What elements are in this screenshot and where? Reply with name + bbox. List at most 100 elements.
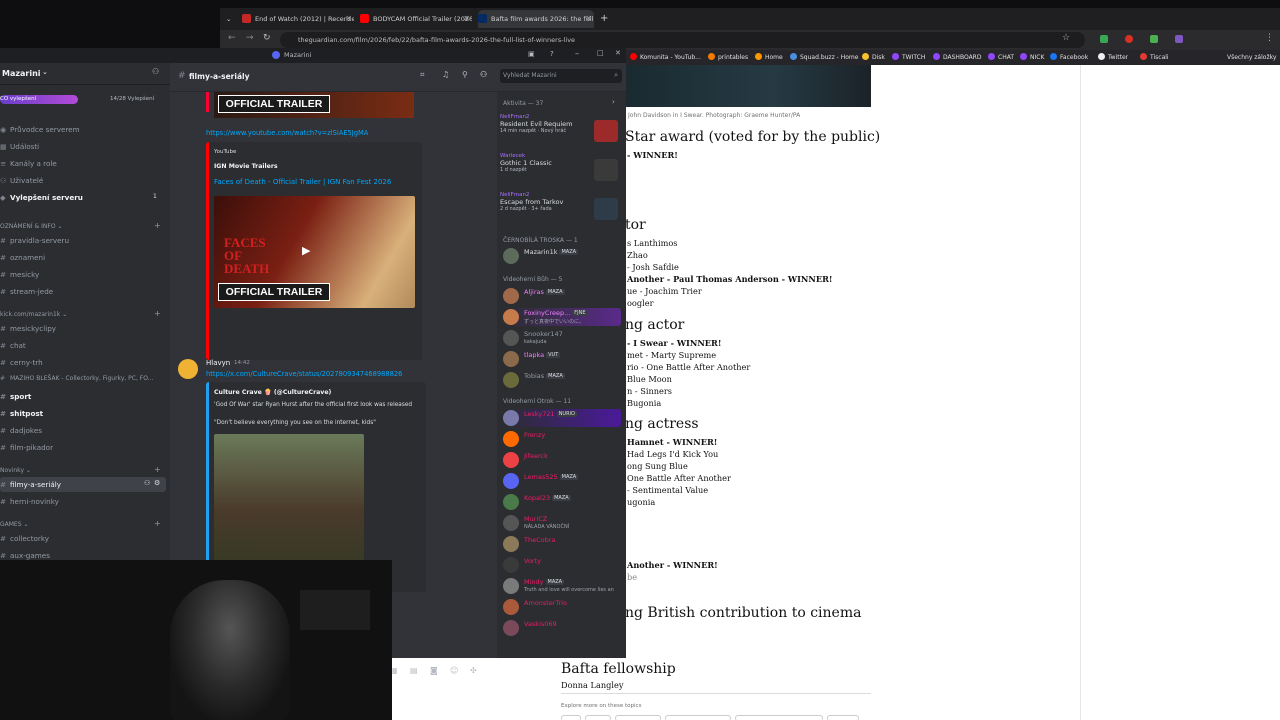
nav-item[interactable]: ◆ Vylepšení serveru — [0, 193, 83, 202]
new-tab-button[interactable]: + — [600, 10, 610, 28]
extension-icon[interactable] — [1125, 35, 1133, 43]
category-novinky[interactable]: Novinky ⌄ — [0, 467, 31, 474]
topic-tags[interactable] — [561, 715, 861, 720]
channel[interactable]: # collectorky — [0, 534, 49, 543]
activity-card[interactable]: NeliFman2 Escape from Tarkov 2 d nazpět … — [500, 192, 621, 228]
reload-icon[interactable]: ↻ — [263, 33, 271, 43]
activity-card[interactable]: Warlecek Gothic 1 Classic 1 d nazpět — [500, 153, 621, 189]
close-icon[interactable]: ✕ — [345, 10, 352, 28]
tab-bafta[interactable]: Bafta film awards 2026: the full ✕ — [478, 10, 594, 28]
add-channel-icon[interactable]: + — [154, 465, 161, 474]
nav-item[interactable]: ◉ Průvodce serverem — [0, 125, 80, 134]
nav-item[interactable]: ≡ Kanály a role — [0, 159, 57, 168]
search-input[interactable]: Vyhledat Mazarini ⌕ — [500, 69, 622, 83]
channel[interactable]: # pravidla-serveru — [0, 236, 69, 245]
extension-icon[interactable] — [1175, 35, 1183, 43]
sticker-icon[interactable]: ◙ — [430, 666, 438, 675]
bookmark[interactable]: DASHBOARD — [933, 50, 981, 65]
gear-icon[interactable]: ⚙ — [154, 479, 160, 487]
channel[interactable]: # film-pikador — [0, 443, 53, 452]
add-user-icon[interactable]: ⚇ — [152, 67, 159, 76]
avatar[interactable] — [178, 359, 198, 379]
forward-icon[interactable]: → — [246, 33, 254, 43]
youtube-link[interactable]: https://www.youtube.com/watch?v=zlSiAE5J… — [206, 129, 368, 137]
bookmark[interactable]: printables — [708, 50, 748, 65]
bookmark[interactable]: CHAT — [988, 50, 1014, 65]
member[interactable]: Mazarin1k MAZA — [503, 247, 621, 265]
emoji-icon[interactable]: ☺ — [450, 666, 458, 675]
bookmark[interactable]: Tiscali — [1140, 50, 1169, 65]
inbox-icon[interactable]: ▣ — [528, 50, 535, 58]
member[interactable]: TheCobra — [503, 535, 621, 553]
member[interactable]: Jifeerck — [503, 451, 621, 469]
member[interactable]: Kopal23 MAZA — [503, 493, 621, 511]
threads-icon[interactable]: ⌗ — [420, 70, 425, 80]
member[interactable]: tlapka VUT — [503, 350, 621, 368]
extension-icon[interactable] — [1150, 35, 1158, 43]
tweet-link[interactable]: https://x.com/CultureCrave/status/202780… — [206, 370, 402, 378]
channel[interactable]: # stream-jede — [0, 287, 53, 296]
channel[interactable]: # chat — [0, 341, 26, 350]
member[interactable]: Lemas525 MAZA — [503, 472, 621, 490]
add-channel-icon[interactable]: + — [154, 221, 161, 230]
server-header[interactable]: Mazarini ⌄ ⚇ — [0, 63, 170, 85]
member[interactable]: Frenzy — [503, 430, 621, 448]
bookmark[interactable]: Squad.buzz - Home — [790, 50, 858, 65]
channel[interactable]: # aux-games — [0, 551, 50, 560]
invite-icon[interactable]: ⚇ — [144, 479, 150, 487]
close-icon[interactable]: ✕ — [463, 10, 470, 28]
bookmark[interactable]: Home — [755, 50, 783, 65]
embed-title[interactable]: Faces of Death - Official Trailer | IGN … — [214, 178, 391, 186]
menu-icon[interactable]: ⋮ — [1265, 33, 1274, 43]
channel[interactable]: # oznameni — [0, 253, 45, 262]
bookmark[interactable]: Facebook — [1050, 50, 1088, 65]
category-kick[interactable]: kick.com/mazarin1k ⌄ — [0, 311, 67, 318]
channel[interactable]: # cerny-trh — [0, 358, 43, 367]
channel[interactable]: # MAZIHO BLEŠAK - Collectorky, Figurky, P… — [0, 375, 153, 382]
minimize-icon[interactable]: – — [575, 49, 579, 58]
add-channel-icon[interactable]: + — [154, 309, 161, 318]
gif-icon[interactable]: ▤ — [410, 666, 418, 675]
channel[interactable]: # filmy-a-seriály — [0, 480, 61, 489]
member[interactable]: Vorty — [503, 556, 621, 574]
channel[interactable]: # mesickyclipy — [0, 324, 56, 333]
members-icon[interactable]: ⚇ — [480, 70, 487, 79]
video-thumbnail[interactable]: OFFICIAL TRAILER — [214, 92, 414, 118]
tab-list-icon[interactable]: ⌄ — [226, 10, 236, 28]
back-icon[interactable]: ← — [228, 33, 236, 43]
member[interactable]: Mindy MAZA Truth and love will overcome li… — [503, 577, 621, 595]
maximize-icon[interactable]: □ — [597, 49, 604, 57]
member[interactable]: FoxinyCreep... FJNE ずっと真夜中でいいのに。 — [503, 308, 621, 326]
tab-end-of-watch[interactable]: End of Watch (2012) | Recenze ✕ — [242, 10, 354, 28]
star-icon[interactable]: ☆ — [1062, 33, 1070, 43]
member[interactable]: Aljiras MAZA — [503, 287, 621, 305]
address-bar[interactable]: theguardian.com/film/2026/feb/22/bafta-f… — [280, 32, 1085, 48]
play-icon[interactable]: ▶ — [302, 244, 310, 257]
help-icon[interactable]: ? — [550, 50, 554, 58]
activity-card[interactable]: NeliFman2 Resident Evil Requiem 14 min n… — [500, 114, 621, 150]
channel[interactable]: # herni-novinky — [0, 497, 59, 506]
bookmark[interactable]: Twitter — [1098, 50, 1128, 65]
apps-icon[interactable]: ✣ — [470, 666, 477, 675]
pin-icon[interactable]: ⚲ — [462, 70, 468, 79]
member[interactable]: MuriCZ NÁLADA VÁNOČNÍ — [503, 514, 621, 532]
message-author[interactable]: Hlavyn — [206, 359, 230, 367]
bookmark[interactable]: NICK — [1020, 50, 1044, 65]
extension-icon[interactable] — [1100, 35, 1108, 43]
member[interactable]: AmonsterTrio — [503, 598, 621, 616]
member[interactable]: Lesky721 NURIO — [503, 409, 621, 427]
channel[interactable]: # mesicky — [0, 270, 39, 279]
bookmark-folder[interactable]: Všechny záložky — [1227, 50, 1276, 65]
channel[interactable]: # sport — [0, 392, 31, 401]
category-announce[interactable]: OZNÁMENÍ & INFO ⌄ — [0, 223, 63, 230]
nav-item[interactable]: ▦ Události — [0, 142, 39, 151]
category-games[interactable]: GAMES ⌄ — [0, 521, 28, 528]
bookmark[interactable]: TWITCH — [892, 50, 925, 65]
close-icon[interactable]: ✕ — [615, 49, 621, 57]
nav-item[interactable]: ⚇ Uživatelé — [0, 176, 43, 185]
member[interactable]: Vaskis069 — [503, 619, 621, 637]
chevron-right-icon[interactable]: › — [612, 98, 615, 106]
add-channel-icon[interactable]: + — [154, 519, 161, 528]
close-icon[interactable]: ✕ — [585, 10, 592, 28]
boost-progress[interactable]: CO vylepšení 14/28 Vylepšení — [0, 94, 160, 104]
